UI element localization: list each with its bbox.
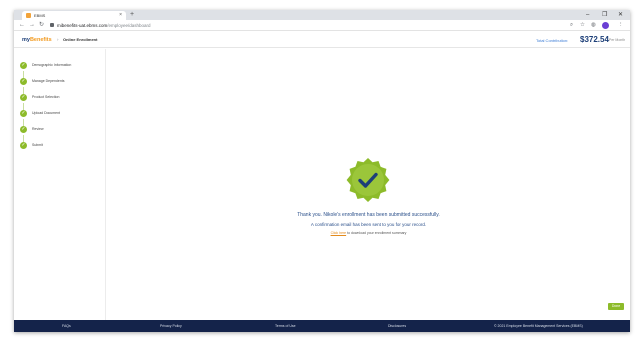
step-label: Upload Document	[32, 111, 61, 115]
check-icon: ✓	[20, 142, 27, 149]
breadcrumb-chevron-icon: ›	[57, 37, 59, 42]
tab-strip: EBMS × + – ❐ ✕	[14, 10, 630, 20]
maximize-icon[interactable]: ❐	[602, 10, 607, 20]
logo-benefits: Benefits	[29, 37, 52, 43]
total-contribution-period: Per Month	[609, 38, 626, 42]
download-summary-link[interactable]: Click here	[331, 231, 347, 235]
footer-link-disclosures[interactable]: Disclosures	[388, 320, 406, 332]
step-label: Demographic Information	[32, 63, 72, 67]
url-path: /employee/dashboard	[107, 23, 151, 28]
sidebar-step-upload-document[interactable]: ✓ Upload Document	[20, 109, 104, 119]
plus-icon[interactable]: +	[130, 10, 134, 20]
check-icon: ✓	[20, 78, 27, 85]
browser-toolbar: ← → ↻ mibenefits-uat.ebms.com/employee/d…	[14, 20, 630, 31]
total-contribution-label: Total Contribution:	[536, 38, 569, 43]
mybenefits-logo[interactable]: myBenefits	[22, 36, 52, 44]
total-contribution-amount: $372.54	[580, 35, 609, 44]
profile-avatar-icon[interactable]	[602, 22, 609, 29]
tab-title: EBMS	[34, 13, 46, 18]
favicon-icon	[26, 13, 31, 18]
logo-my: my	[22, 37, 30, 43]
browser-window: EBMS × + – ❐ ✕ ← → ↻ mibenefits-uat.ebms…	[14, 10, 630, 332]
breadcrumb[interactable]: Online Enrollment	[63, 36, 97, 44]
forward-icon[interactable]: →	[29, 21, 35, 30]
close-tab-icon[interactable]: ×	[119, 12, 122, 19]
close-window-icon[interactable]: ✕	[618, 10, 623, 20]
check-icon: ✓	[20, 110, 27, 117]
sidebar-step-demographic-information[interactable]: ✓ Demographic Information	[20, 61, 104, 71]
step-label: Product Selection	[32, 95, 60, 99]
zoom-icon[interactable]: ⌕	[570, 21, 573, 30]
back-icon[interactable]: ←	[19, 21, 25, 30]
browser-tab[interactable]: EBMS ×	[22, 11, 126, 20]
star-icon[interactable]: ☆	[580, 21, 585, 30]
footer-link-terms-of-use[interactable]: Terms of Use	[275, 320, 296, 332]
footer-link-faqs[interactable]: FAQs	[62, 320, 71, 332]
check-icon: ✓	[20, 126, 27, 133]
sidebar-step-review[interactable]: ✓ Review	[20, 125, 104, 135]
sidebar-step-submit[interactable]: ✓ Submit	[20, 141, 104, 151]
check-icon: ✓	[20, 62, 27, 69]
success-message: Thank you. Nikole's enrollment has been …	[297, 212, 440, 218]
footer-copyright: © 2021 Employee Benefit Management Servi…	[494, 324, 583, 328]
checkmark-badge-icon	[346, 158, 390, 202]
address-bar[interactable]: mibenefits-uat.ebms.com/employee/dashboa…	[57, 21, 151, 30]
reload-icon[interactable]: ↻	[39, 21, 44, 30]
step-label: Review	[32, 127, 44, 131]
enrollment-steps-sidebar: ✓ Demographic Information ✓ Manage Depen…	[14, 49, 106, 320]
page: EBMS × + – ❐ ✕ ← → ↻ mibenefits-uat.ebms…	[0, 0, 638, 348]
app-header: myBenefits › Online Enrollment Total Con…	[14, 32, 630, 48]
url-host: mibenefits-uat.ebms.com	[57, 23, 108, 28]
minimize-icon[interactable]: –	[586, 10, 589, 20]
sidebar-step-manage-dependents[interactable]: ✓ Manage Dependents	[20, 77, 104, 87]
lock-icon	[50, 23, 54, 27]
confirmation-email-message: A confirmation email has been sent to yo…	[310, 222, 427, 227]
confirmation-panel: Thank you. Nikole's enrollment has been …	[107, 49, 630, 320]
step-label: Manage Dependents	[32, 79, 65, 83]
check-icon: ✓	[20, 94, 27, 101]
download-summary-suffix: to download your enrollment summary	[346, 231, 407, 235]
footer-link-privacy-policy[interactable]: Privacy Policy	[160, 320, 182, 332]
sidebar-step-product-selection[interactable]: ✓ Product Selection	[20, 93, 104, 103]
site-footer: FAQs Privacy Policy Terms of Use Disclos…	[14, 320, 630, 332]
done-button[interactable]: Done	[608, 303, 624, 310]
menu-kebab-icon[interactable]: ⋮	[618, 21, 624, 30]
extension-icon[interactable]: ◍	[591, 21, 596, 30]
step-label: Submit	[32, 143, 43, 147]
download-summary-text: Click here to download your enrollment s…	[107, 230, 630, 237]
